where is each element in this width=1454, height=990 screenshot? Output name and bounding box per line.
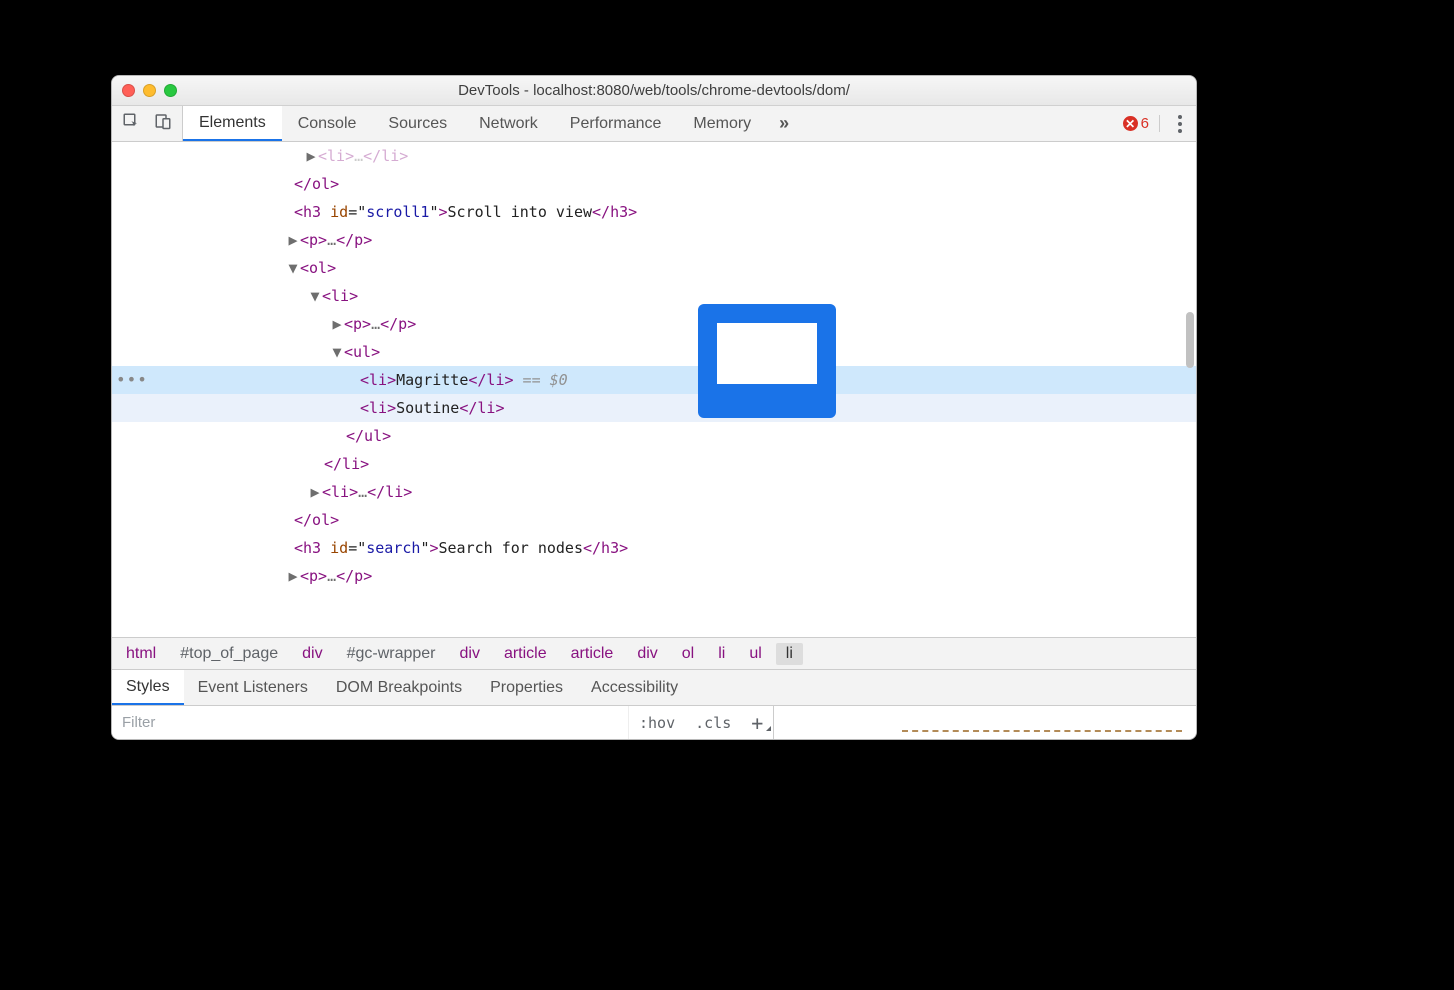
breadcrumb-item[interactable]: div — [292, 643, 332, 665]
tab-elements[interactable]: Elements — [183, 106, 282, 141]
close-window-button[interactable] — [122, 84, 135, 97]
breadcrumb-item[interactable]: #top_of_page — [170, 643, 288, 665]
dom-node-line[interactable]: <li>Soutine</li> — [112, 394, 1196, 422]
expand-arrow-icon[interactable]: ▶ — [308, 478, 322, 506]
subtab-styles[interactable]: Styles — [112, 670, 184, 705]
dom-tree-panel: ▶<li>…</li></ol><h3 id="scroll1">Scroll … — [112, 142, 1196, 637]
subtab-properties[interactable]: Properties — [476, 670, 577, 705]
breadcrumb-item[interactable]: li — [776, 643, 803, 665]
selected-row-indicator-icon: ••• — [116, 366, 148, 394]
breadcrumb-item[interactable]: html — [116, 643, 166, 665]
expand-arrow-icon[interactable]: ▶ — [330, 310, 344, 338]
traffic-lights — [122, 84, 177, 97]
tab-network[interactable]: Network — [463, 106, 554, 141]
breadcrumb-item[interactable]: article — [561, 643, 624, 665]
subtab-event-listeners[interactable]: Event Listeners — [184, 670, 322, 705]
dom-node-line[interactable]: </ol> — [112, 506, 1196, 534]
breadcrumb-item[interactable]: article — [494, 643, 557, 665]
tab-console[interactable]: Console — [282, 106, 373, 141]
error-indicator[interactable]: ✕ 6 — [1123, 115, 1160, 132]
plus-icon: + — [751, 711, 763, 735]
inspect-element-icon[interactable] — [122, 112, 140, 135]
dom-node-line[interactable]: ▼<ul> — [112, 338, 1196, 366]
expand-arrow-icon[interactable]: ▶ — [286, 226, 300, 254]
dom-node-line[interactable]: ▶<li>…</li> — [112, 478, 1196, 506]
styles-filter-row: :hov .cls + — [112, 705, 1196, 739]
dom-node-line[interactable]: </li> — [112, 450, 1196, 478]
dom-node-line[interactable]: ▼<ol> — [112, 254, 1196, 282]
breadcrumb-item[interactable]: #gc-wrapper — [337, 643, 446, 665]
dom-node-line[interactable]: ▼<li> — [112, 282, 1196, 310]
dom-node-line[interactable]: ▶<p>…</p> — [112, 562, 1196, 590]
toolbar-icons — [112, 106, 183, 141]
dom-breadcrumbs: html#top_of_pagediv#gc-wrapperdivarticle… — [112, 637, 1196, 669]
breadcrumb-item[interactable]: ul — [739, 643, 771, 665]
devtools-window: DevTools - localhost:8080/web/tools/chro… — [111, 75, 1197, 740]
tab-memory[interactable]: Memory — [677, 106, 767, 141]
breadcrumb-item[interactable]: li — [708, 643, 735, 665]
styles-filter-input[interactable] — [112, 706, 628, 739]
dom-node-line[interactable]: ▶<p>…</p> — [112, 310, 1196, 338]
dom-node-line[interactable]: </ol> — [112, 170, 1196, 198]
dom-node-line[interactable]: ▶<li>…</li> — [112, 142, 1196, 170]
breadcrumb-item[interactable]: div — [627, 643, 667, 665]
toggle-class-button[interactable]: .cls — [685, 714, 741, 732]
zoom-window-button[interactable] — [164, 84, 177, 97]
more-options-icon[interactable] — [1170, 115, 1190, 133]
dom-node-line[interactable]: •••<li>Magritte</li> == $0 — [112, 366, 1196, 394]
scrollbar-thumb[interactable] — [1186, 312, 1194, 368]
dom-node-line[interactable]: <h3 id="search">Search for nodes</h3> — [112, 534, 1196, 562]
dom-tree[interactable]: ▶<li>…</li></ol><h3 id="scroll1">Scroll … — [112, 142, 1196, 590]
new-style-rule-button[interactable]: + — [741, 711, 773, 735]
dom-node-line[interactable]: <h3 id="scroll1">Scroll into view</h3> — [112, 198, 1196, 226]
expand-arrow-icon[interactable]: ▶ — [304, 142, 318, 170]
crop-indicator-overlay — [698, 304, 836, 418]
window-title: DevTools - localhost:8080/web/tools/chro… — [112, 82, 1196, 99]
minimize-window-button[interactable] — [143, 84, 156, 97]
breadcrumb-item[interactable]: div — [450, 643, 490, 665]
styles-filter-buttons: :hov .cls + — [628, 706, 773, 739]
breadcrumb-item[interactable]: ol — [672, 643, 704, 665]
toggle-hover-button[interactable]: :hov — [629, 714, 685, 732]
error-count: 6 — [1141, 115, 1149, 132]
tab-performance[interactable]: Performance — [554, 106, 678, 141]
error-icon: ✕ — [1123, 116, 1138, 131]
dom-node-line[interactable]: ▶<p>…</p> — [112, 226, 1196, 254]
titlebar: DevTools - localhost:8080/web/tools/chro… — [112, 76, 1196, 106]
expand-arrow-icon[interactable]: ▼ — [286, 254, 300, 282]
styles-right-pane — [773, 706, 1196, 739]
subtab-accessibility[interactable]: Accessibility — [577, 670, 692, 705]
expand-arrow-icon[interactable]: ▼ — [308, 282, 322, 310]
main-tabs: Elements Console Sources Network Perform… — [112, 106, 1196, 142]
device-toolbar-icon[interactable] — [154, 112, 172, 135]
dom-node-line[interactable]: </ul> — [112, 422, 1196, 450]
box-model-fragment — [902, 730, 1182, 736]
expand-arrow-icon[interactable]: ▶ — [286, 562, 300, 590]
tabs-overflow-icon[interactable]: » — [767, 113, 801, 134]
expand-arrow-icon[interactable]: ▼ — [330, 338, 344, 366]
tab-sources[interactable]: Sources — [372, 106, 463, 141]
subtab-dom-breakpoints[interactable]: DOM Breakpoints — [322, 670, 476, 705]
styles-subtabs: Styles Event Listeners DOM Breakpoints P… — [112, 669, 1196, 705]
